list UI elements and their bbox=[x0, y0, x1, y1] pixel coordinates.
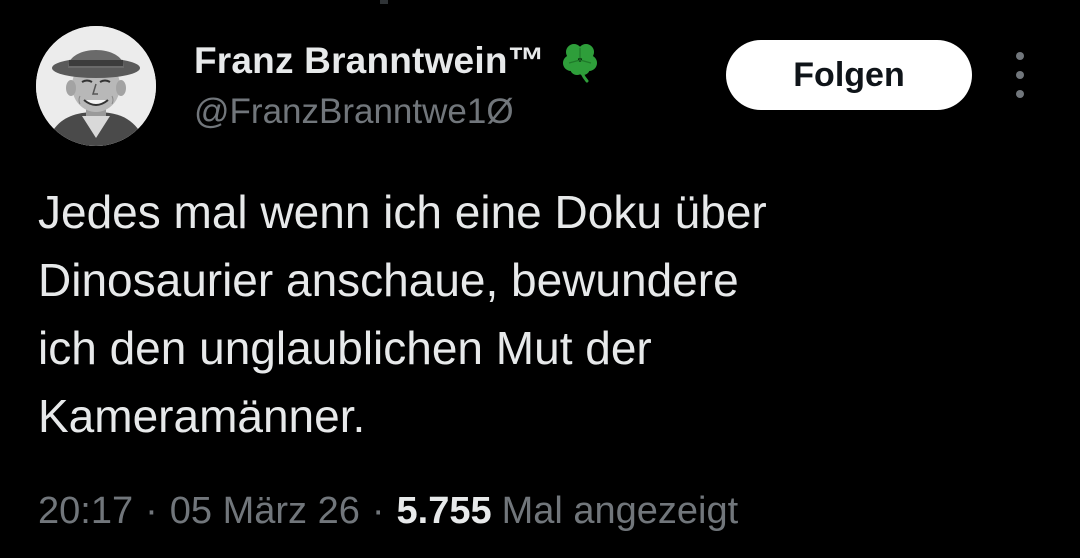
more-dot bbox=[1016, 90, 1024, 98]
tweet-date[interactable]: 05 März 26 bbox=[170, 490, 360, 533]
tweet-time[interactable]: 20:17 bbox=[38, 490, 133, 533]
display-name[interactable]: Franz Branntwein™ bbox=[194, 40, 545, 82]
more-options-icon[interactable] bbox=[1006, 52, 1034, 98]
four-leaf-clover-icon bbox=[557, 38, 603, 84]
tweet-text-line: Jedes mal wenn ich eine Doku über bbox=[38, 186, 767, 238]
tweet-text: Jedes mal wenn ich eine Doku über Dinosa… bbox=[38, 178, 1038, 450]
follow-button[interactable]: Folgen bbox=[726, 40, 972, 110]
user-handle[interactable]: @FranzBranntwe1Ø bbox=[194, 92, 514, 132]
tweet-text-line: Kameramänner. bbox=[38, 390, 366, 442]
tweet-text-line: ich den unglaublichen Mut der bbox=[38, 322, 652, 374]
avatar[interactable] bbox=[36, 26, 156, 146]
tweet-meta: 20:17 · 05 März 26 · 5.755 Mal angezeigt bbox=[38, 490, 738, 533]
thread-connector bbox=[380, 0, 388, 4]
views-count[interactable]: 5.755 bbox=[397, 490, 492, 533]
name-row: Franz Branntwein™ bbox=[194, 36, 603, 86]
tweet-text-line: Dinosaurier anschaue, bewundere bbox=[38, 254, 739, 306]
meta-separator: · bbox=[371, 490, 385, 532]
more-dot bbox=[1016, 52, 1024, 60]
more-dot bbox=[1016, 71, 1024, 79]
views-label: Mal angezeigt bbox=[501, 490, 739, 532]
meta-separator: · bbox=[145, 490, 158, 532]
tweet-card: Franz Branntwein™ @FranzBranntwe1Ø Folge… bbox=[0, 0, 1080, 558]
